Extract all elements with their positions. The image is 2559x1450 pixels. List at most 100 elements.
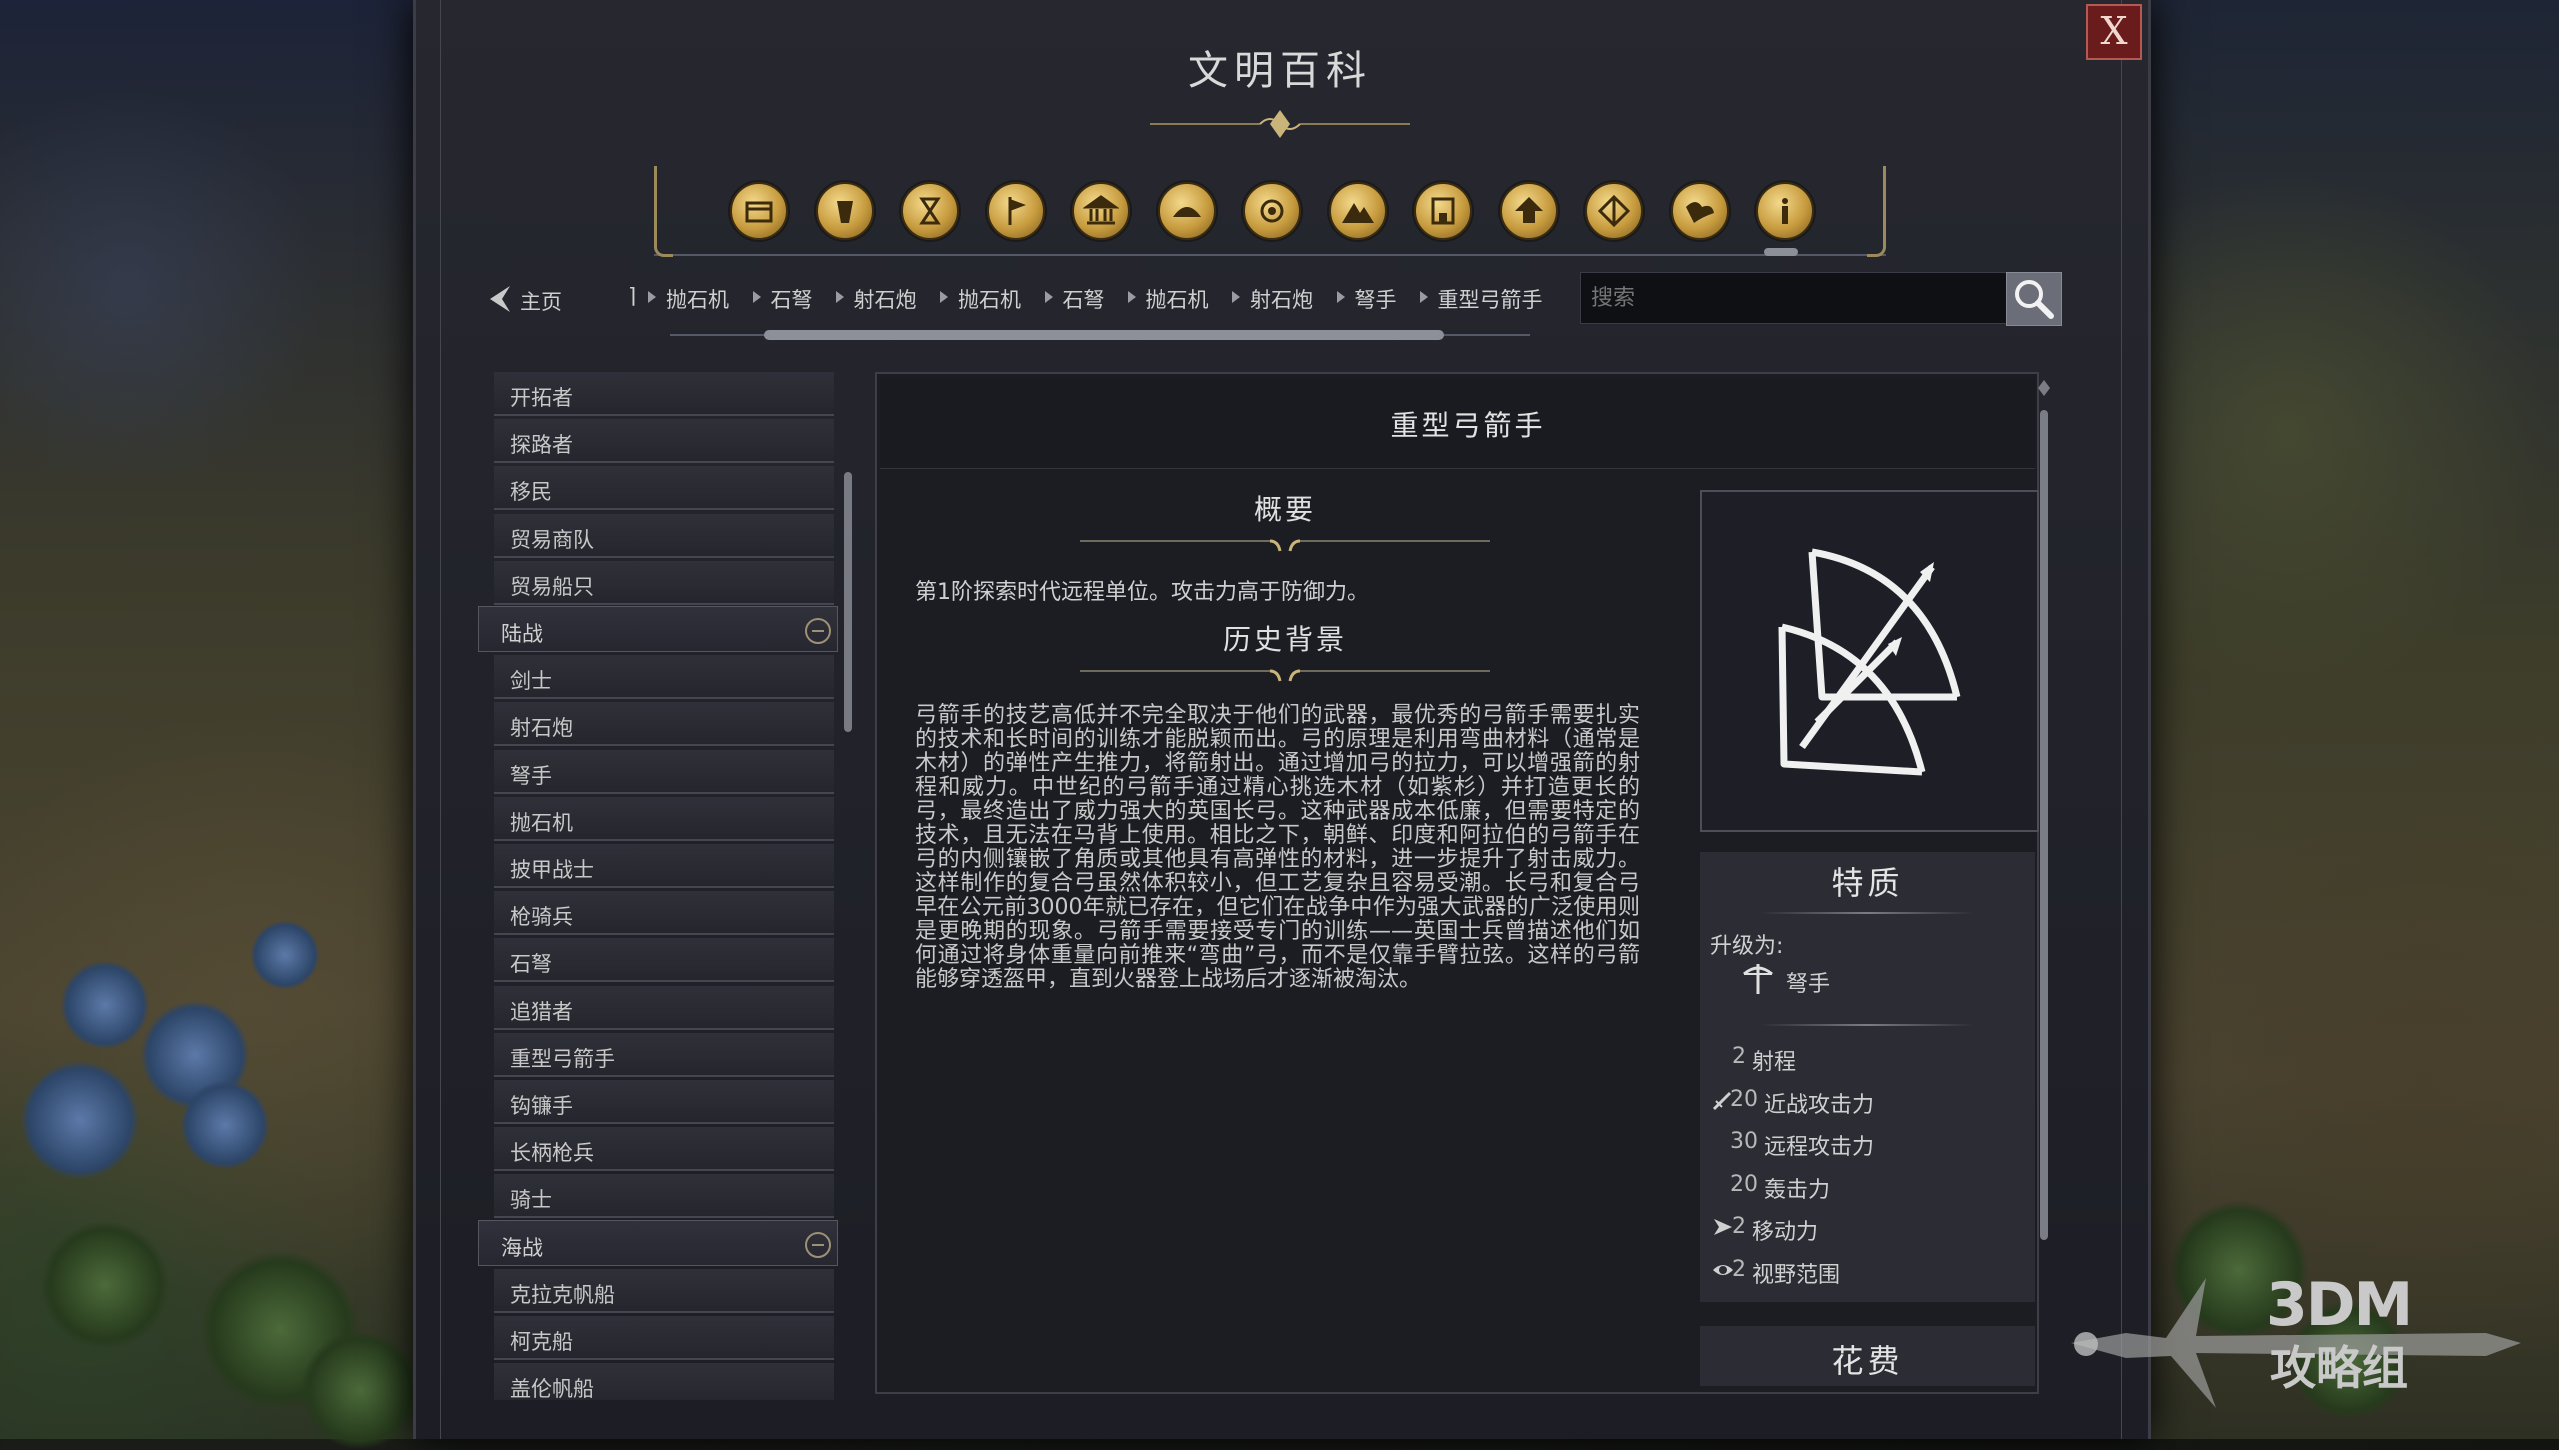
unit-list-item[interactable]: 剑士	[494, 655, 834, 700]
category-button-resources[interactable]	[815, 182, 874, 240]
civilization-flag-icon	[1008, 197, 1026, 225]
watermark: 3DM 攻略组	[2066, 1268, 2526, 1418]
unit-list-item-label: 钩镰手	[510, 1094, 573, 1118]
detail-scroll-thumb[interactable]	[2040, 410, 2048, 1240]
category-header-label: 陆战	[501, 622, 543, 646]
breadcrumb-item[interactable]: 抛石机	[1146, 284, 1209, 314]
detail-scrollbar[interactable]	[2038, 380, 2050, 1390]
breadcrumb-scrollbar[interactable]	[660, 330, 1540, 340]
category-button-civilization-flag[interactable]	[986, 182, 1045, 240]
unit-category-header[interactable]: 陆战	[478, 606, 838, 652]
unit-list-item-label: 射石炮	[510, 716, 573, 741]
breadcrumb-item[interactable]: 重型弓箭手	[1438, 284, 1543, 314]
unit-title-bar: 重型弓箭手	[880, 378, 2035, 469]
stat-row: 2 视野范围	[1712, 1253, 2012, 1288]
unit-list-item[interactable]: 柯克船	[494, 1316, 834, 1360]
unit-list-item[interactable]: 枪骑兵	[494, 891, 834, 936]
category-button-upgrades[interactable]	[1499, 182, 1558, 240]
unit-list-item[interactable]: 移民	[494, 466, 834, 511]
stat-row: 30 远程攻击力	[1712, 1125, 2012, 1160]
close-button[interactable]: X	[2086, 4, 2142, 60]
stat-label: 射程	[1752, 1050, 1797, 1075]
watermark-line1: 3DM	[2266, 1270, 2413, 1340]
unit-list-item-label: 剑士	[510, 669, 552, 694]
category-button-infrastructure[interactable]	[1157, 182, 1216, 240]
unit-list-item[interactable]: 重型弓箭手	[494, 1032, 834, 1077]
category-button-religion[interactable]	[1670, 182, 1729, 240]
upgrade-target[interactable]: 弩手	[1740, 960, 1940, 998]
stat-label: 远程攻击力	[1764, 1135, 1875, 1160]
crossbowman-icon	[1743, 964, 1773, 994]
unit-list-item-label: 骑士	[510, 1188, 552, 1213]
summary-ornament	[1080, 539, 1490, 552]
unit-list-item[interactable]: 追猎者	[494, 985, 834, 1030]
category-button-terrain[interactable]	[1328, 182, 1387, 240]
home-button[interactable]: 主页	[486, 282, 596, 316]
stat-label: 近战攻击力	[1764, 1092, 1875, 1118]
wonders-icon	[1260, 199, 1284, 223]
stat-row: 2 射程	[1712, 1040, 2012, 1075]
breadcrumb-separator-icon	[1127, 291, 1136, 303]
units-icon	[745, 201, 773, 223]
unit-list-item[interactable]: 披甲战士	[494, 844, 834, 888]
breadcrumb-item[interactable]: 石弩	[1063, 284, 1105, 314]
unit-list-item[interactable]: 钩镰手	[494, 1080, 834, 1124]
history-ornament	[1080, 669, 1490, 682]
breadcrumb-item[interactable]: 抛石机	[666, 284, 729, 314]
watermark-line2: 攻略组	[2270, 1341, 2408, 1395]
unit-list-item[interactable]: 长柄枪兵	[494, 1127, 834, 1172]
stat-value: 2	[1732, 1256, 1746, 1282]
stat-label: 轰击力	[1764, 1177, 1831, 1203]
unit-list-item[interactable]: 探路者	[494, 419, 834, 464]
history-heading: 历史背景	[1222, 623, 1347, 656]
unit-list-item[interactable]: 盖伦帆船	[494, 1363, 834, 1400]
breadcrumb-scroll-thumb[interactable]	[764, 330, 1444, 340]
category-button-wonders[interactable]	[1243, 182, 1301, 240]
category-button-era[interactable]	[901, 182, 959, 240]
collapse-icon[interactable]	[805, 618, 831, 644]
unit-list-scroll-thumb[interactable]	[844, 472, 852, 732]
unit-list-item-label: 弩手	[510, 763, 552, 788]
unit-list-item-label: 追猎者	[510, 999, 573, 1024]
search-field[interactable]	[1580, 272, 2009, 324]
sight-icon	[1713, 1264, 1733, 1275]
category-button-districts[interactable]	[1414, 182, 1472, 240]
unit-list-item[interactable]: 骑士	[494, 1174, 834, 1219]
buildings-icon	[1083, 195, 1119, 225]
unit-list-item-label: 抛石机	[510, 810, 573, 835]
unit-list-item[interactable]: 克拉克帆船	[494, 1268, 834, 1313]
unit-list-item-label: 披甲战士	[510, 858, 594, 882]
collapse-icon[interactable]	[805, 1231, 831, 1258]
unit-list-item[interactable]: 射石炮	[494, 702, 834, 747]
breadcrumb-item[interactable]: 射石炮	[854, 284, 917, 314]
search-input[interactable]	[1581, 273, 2007, 323]
unit-category-header[interactable]: 海战	[478, 1219, 838, 1266]
unit-list-item[interactable]: 抛石机	[494, 796, 834, 841]
category-button-technology[interactable]	[1585, 182, 1643, 240]
category-button-units[interactable]	[730, 182, 788, 240]
breadcrumb-item[interactable]: 射石炮	[1250, 284, 1313, 314]
category-button-buildings[interactable]	[1072, 182, 1130, 240]
unit-list-item[interactable]: 弩手	[494, 749, 834, 794]
breadcrumb-separator-icon	[835, 291, 844, 303]
info-icon	[1782, 198, 1788, 224]
history-text: 弓箭手的技艺高低并不完全取决于他们的武器，最优秀的弓箭手需要扎实的技术和长时间的…	[915, 703, 1640, 992]
unit-list-item[interactable]: 石弩	[494, 938, 834, 983]
unit-list-scrollbar[interactable]	[842, 372, 852, 1398]
breadcrumb-item[interactable]: 石弩	[771, 284, 813, 314]
unit-list-item-label: 盖伦帆船	[510, 1377, 594, 1400]
cost-heading: 花费	[1831, 1342, 1904, 1380]
unit-list-item[interactable]: 贸易商队	[494, 513, 834, 558]
unit-list-item[interactable]: 开拓者	[494, 372, 834, 416]
category-selection-indicator	[1764, 248, 1798, 256]
unit-list-item[interactable]: 贸易船只	[494, 560, 834, 605]
breadcrumb-item[interactable]: 弩手	[1355, 284, 1397, 314]
stat-row: 20 轰击力	[1712, 1168, 2012, 1203]
breadcrumb-item[interactable]: 抛石机	[958, 284, 1021, 314]
unit-list: 开拓者 探路者 移民 贸易商队 贸易船只陆战剑士射石炮弩手抛石机披甲战士枪骑兵 石弩追猎者…	[478, 368, 853, 1400]
category-button-info[interactable]	[1756, 182, 1814, 240]
search-button[interactable]	[2006, 272, 2062, 326]
summary-text: 第1阶探索时代远程单位。攻击力高于防御力。	[915, 580, 1369, 605]
breadcrumb-separator-icon	[1419, 291, 1428, 303]
stat-value: 30	[1730, 1129, 1758, 1154]
